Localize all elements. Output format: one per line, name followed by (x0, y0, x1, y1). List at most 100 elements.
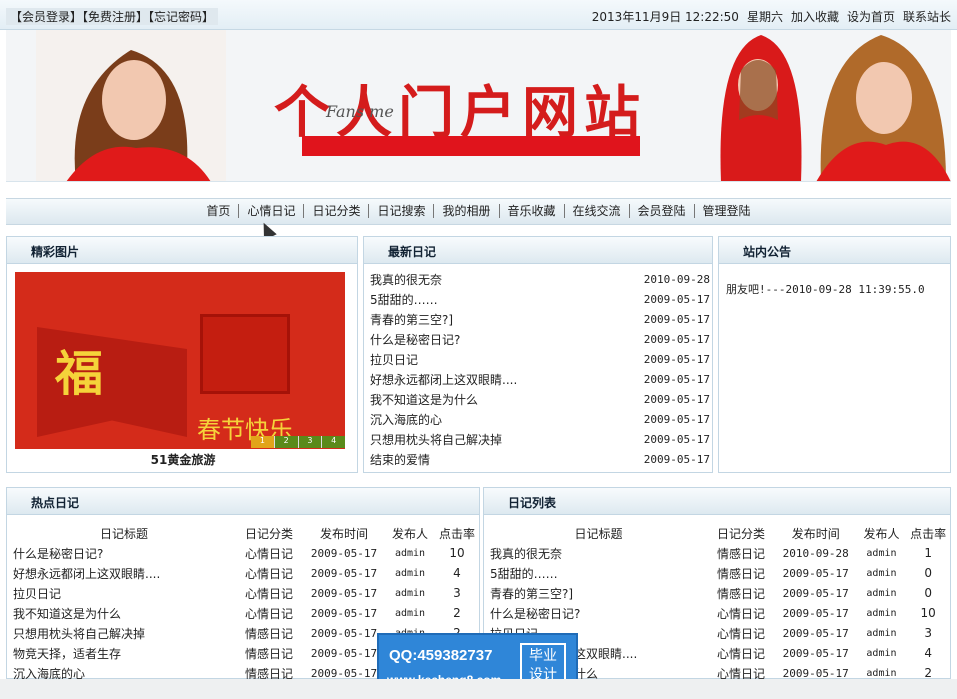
notice-text: 朋友吧!---2010-09-28 11:39:55.0 (726, 283, 925, 296)
diary-author: admin (394, 547, 426, 559)
table-row: 什么是秘密日记? 心情日记 2009-05-17 admin 10 (13, 543, 479, 563)
diary-clicks: 1 (924, 546, 932, 560)
diary-author: admin (866, 627, 897, 639)
list-item: 什么是秘密日记? 2009-05-17 (370, 333, 710, 353)
member-login-link[interactable]: 【会员登录】 (10, 10, 82, 24)
slideshow-tabs: 1 2 3 4 (251, 436, 345, 448)
nav-mood-diary[interactable]: 心情日记 (239, 204, 305, 218)
diary-date: 2009-05-17 (643, 413, 710, 426)
diary-title-link[interactable]: 物竞天择，适者生存 (13, 643, 235, 663)
picture-caption[interactable]: 51黄金旅游 (7, 451, 359, 468)
diary-title-link[interactable]: 拉贝日记 (13, 583, 235, 603)
diary-author: admin (394, 607, 426, 619)
panel-header: 最新日记 (364, 237, 712, 264)
diary-date: 2009-05-17 (643, 433, 710, 446)
diary-link[interactable]: 结束的爱情 (370, 453, 430, 473)
table-row: 我真的很无奈 情感日记 2010-09-28 admin 1 (490, 543, 950, 563)
diary-clicks: 3 (453, 586, 461, 600)
diary-date: 2009-05-17 (782, 586, 849, 600)
weekday: 星期六 (746, 10, 783, 24)
contact-admin-link[interactable]: 联系站长 (903, 8, 951, 25)
forgot-password-link[interactable]: 【忘记密码】 (148, 10, 214, 24)
banner-girl-left-image (36, 30, 226, 181)
banner-girl-right-image (816, 30, 951, 181)
nav-admin-login[interactable]: 管理登陆 (695, 204, 759, 218)
diary-title-link[interactable]: 5甜甜的…… (490, 563, 707, 583)
nav-my-album[interactable]: 我的相册 (434, 204, 500, 218)
spring-festival-image[interactable]: 福 春节快乐 1 2 3 4 (15, 272, 345, 449)
diary-category: 心情日记 (244, 586, 293, 601)
table-header-row: 日记标题 日记分类 发布时间 发布人 点击率 (13, 523, 479, 543)
panel-header: 站内公告 (719, 237, 950, 264)
diary-title-link[interactable]: 什么是秘密日记? (13, 543, 235, 563)
diary-date: 2009-05-17 (310, 566, 378, 580)
nav-member-login[interactable]: 会员登陆 (630, 204, 695, 218)
diary-title-link[interactable]: 我真的很无奈 (490, 543, 707, 563)
col-category-header: 日记分类 (716, 526, 765, 541)
col-category-header: 日记分类 (244, 526, 293, 541)
nav-diary-search[interactable]: 日记搜索 (369, 204, 435, 218)
col-title-header: 日记标题 (99, 526, 148, 541)
latest-diary-list: 我真的很无奈 2010-09-28 5甜甜的…… 2009-05-17 青春的第三空… (370, 273, 710, 473)
nav-home[interactable]: 首页 (198, 204, 240, 218)
diary-category: 情感日记 (244, 626, 293, 641)
diary-category: 情感日记 (716, 546, 765, 561)
slide-tab-3[interactable]: 3 (297, 436, 322, 448)
diary-category: 心情日记 (244, 546, 293, 561)
diary-link[interactable]: 只想用枕头将自己解决掉 (370, 433, 502, 453)
diary-author: admin (866, 587, 897, 599)
diary-clicks: 10 (449, 546, 465, 560)
diary-clicks: 4 (453, 566, 461, 580)
diary-category: 心情日记 (244, 566, 293, 581)
top-bar: 【会员登录】【免费注册】【忘记密码】 2013年11月9日 12:22:50 星… (0, 0, 957, 30)
diary-link[interactable]: 什么是秘密日记? (370, 333, 460, 353)
table-row: 我不知道这是为什么心情日记 2009-05-17 admin 2 (13, 603, 479, 623)
top-right: 2013年11月9日 12:22:50 星期六 加入收藏 设为首页 联系站长 (592, 8, 951, 25)
diary-title-link[interactable]: 好想永远都闭上这双眼睛.... (13, 563, 235, 583)
ad-qq-number: QQ:459382737 (389, 647, 493, 664)
banner-red-bar (302, 136, 640, 156)
diary-author: admin (866, 567, 897, 579)
list-item: 青春的第三空?] 2009-05-17 (370, 313, 710, 333)
diary-link[interactable]: 好想永远都闭上这双眼睛.... (370, 373, 517, 393)
add-favorite-link[interactable]: 加入收藏 (791, 8, 839, 25)
list-item: 好想永远都闭上这双眼睛.... 2009-05-17 (370, 373, 710, 393)
main-nav: 首页 心情日记 日记分类 日记搜索 我的相册 音乐收藏 在线交流 会员登陆 管理… (6, 198, 951, 225)
diary-date: 2010-09-28 (643, 273, 710, 286)
diary-link[interactable]: 5甜甜的…… (370, 293, 438, 313)
diary-clicks: 2 (453, 606, 461, 620)
diary-category: 情感日记 (716, 586, 765, 601)
slide-tab-1[interactable]: 1 (251, 436, 274, 448)
diary-date: 2009-05-17 (310, 546, 378, 560)
nav-diary-category[interactable]: 日记分类 (304, 204, 370, 218)
free-register-link[interactable]: 【免费注册】 (82, 10, 148, 24)
nav-online-chat[interactable]: 在线交流 (565, 204, 630, 218)
diary-link[interactable]: 我真的很无奈 (370, 273, 442, 293)
datetime: 2013年11月9日 12:22:50 (591, 10, 739, 24)
banner-script-text: Fans me (326, 102, 394, 121)
table-row: 青春的第三空?] 情感日记 2009-05-17 admin 0 (490, 583, 950, 603)
diary-date: 2009-05-17 (782, 646, 849, 660)
col-date-header: 发布时间 (791, 526, 840, 541)
diary-link[interactable]: 沉入海底的心 (370, 413, 442, 433)
col-author-header: 发布人 (863, 526, 900, 541)
diary-date: 2009-05-17 (310, 626, 378, 640)
nav-music[interactable]: 音乐收藏 (500, 204, 565, 218)
panel-title: 热点日记 (31, 496, 80, 510)
panel-header: 热点日记 (7, 488, 479, 515)
diary-link[interactable]: 青春的第三空?] (370, 313, 453, 333)
set-homepage-link[interactable]: 设为首页 (847, 8, 895, 25)
diary-clicks: 4 (924, 646, 932, 660)
panel-title: 站内公告 (743, 245, 792, 259)
diary-date: 2009-05-17 (643, 353, 710, 366)
slide-tab-2[interactable]: 2 (273, 436, 298, 448)
diary-title-link[interactable]: 我不知道这是为什么 (13, 603, 235, 623)
diary-link[interactable]: 我不知道这是为什么 (370, 393, 478, 413)
slide-tab-4[interactable]: 4 (321, 436, 345, 448)
diary-title-link[interactable]: 青春的第三空?] (490, 583, 707, 603)
diary-title-link[interactable]: 只想用枕头将自己解决掉 (13, 623, 235, 643)
diary-link[interactable]: 拉贝日记 (370, 353, 418, 373)
diary-date: 2009-05-17 (782, 566, 849, 580)
panel-title: 精彩图片 (31, 245, 80, 259)
diary-title-link[interactable]: 什么是秘密日记? (490, 603, 707, 623)
